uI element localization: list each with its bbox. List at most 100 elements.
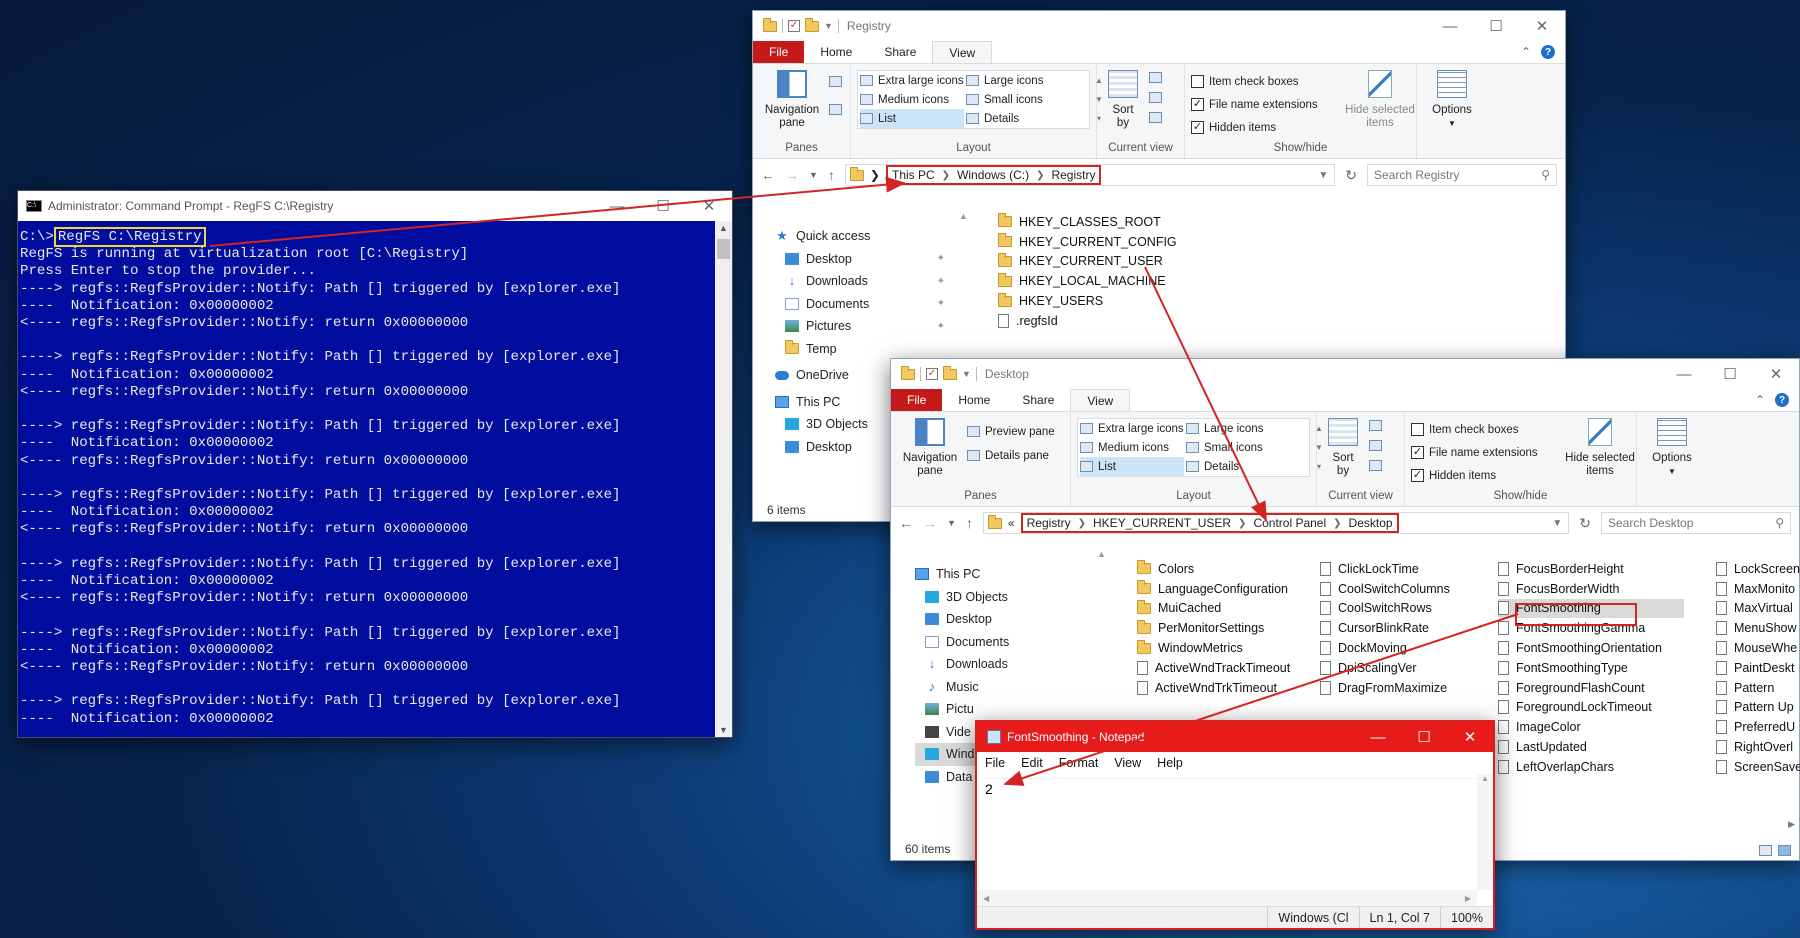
list-item[interactable]: .regfsId <box>998 311 1248 331</box>
list-item[interactable]: MaxVirtual <box>1716 599 1800 619</box>
list-item[interactable]: ActiveWndTrkTimeout <box>1137 678 1317 698</box>
large-icons-option[interactable]: Large icons <box>966 71 1074 90</box>
extra-large-icons-option[interactable]: Extra large icons <box>1080 419 1184 438</box>
large-icons-option[interactable]: Large icons <box>1186 419 1294 438</box>
scroll-down-icon[interactable]: ▼ <box>715 725 732 735</box>
details-pane-icon[interactable] <box>829 104 842 115</box>
list-item[interactable]: MaxMonito <box>1716 579 1800 599</box>
nav-this-pc[interactable]: This PC <box>915 563 1085 586</box>
collapse-ribbon-icon[interactable]: ⌃ <box>1755 393 1765 407</box>
nav-3d-objects[interactable]: 3D Objects <box>915 586 1085 609</box>
list-item[interactable]: PaintDeskt <box>1716 658 1800 678</box>
list-item[interactable]: CoolSwitchColumns <box>1320 579 1500 599</box>
list-item[interactable]: ClickLockTime <box>1320 559 1500 579</box>
scroll-right-icon[interactable]: ▶ <box>1465 894 1471 903</box>
list-option[interactable]: List <box>860 109 964 128</box>
nav-temp[interactable]: Temp <box>775 338 945 361</box>
list-item[interactable]: HKEY_LOCAL_MACHINE <box>998 271 1248 291</box>
maximize-icon[interactable]: ☐ <box>1707 359 1753 389</box>
menu-format[interactable]: Format <box>1059 756 1099 770</box>
explorer-titlebar[interactable]: ✓ ▼ Registry — ☐ ✕ <box>753 11 1565 41</box>
list-option[interactable]: List <box>1080 457 1184 476</box>
checkbox-checked-icon[interactable]: ✓ <box>1191 121 1204 134</box>
list-item[interactable]: MenuShow <box>1716 618 1800 638</box>
tab-view[interactable]: View <box>1070 389 1131 411</box>
close-icon[interactable]: ✕ <box>686 191 732 221</box>
nav-pictures[interactable]: Pictures ✦ <box>775 315 945 338</box>
preview-pane-icon[interactable] <box>829 76 842 87</box>
list-item[interactable]: ActiveWndTrackTimeout <box>1137 658 1317 678</box>
nav-downloads[interactable]: ↓ Downloads ✦ <box>775 270 945 293</box>
list-item[interactable]: ForegroundLockTimeout <box>1498 698 1684 718</box>
size-columns-icon[interactable] <box>1369 460 1382 471</box>
checkbox-checked-icon[interactable]: ✓ <box>1191 98 1204 111</box>
extra-large-icons-option[interactable]: Extra large icons <box>860 71 964 90</box>
list-item[interactable]: ForegroundFlashCount <box>1498 678 1684 698</box>
list-item[interactable]: WindowMetrics <box>1137 638 1317 658</box>
options-button[interactable]: Options ▼ <box>1643 418 1701 478</box>
scroll-up-icon[interactable]: ▲ <box>1477 774 1493 783</box>
nav-downloads[interactable]: ↓ Downloads <box>915 653 1085 676</box>
tab-file[interactable]: File <box>891 389 943 411</box>
horizontal-scrollbar[interactable]: ◀ ▶ <box>977 890 1477 906</box>
text-editor[interactable]: 2 <box>983 778 1475 888</box>
group-by-icon[interactable] <box>1369 420 1382 431</box>
dropdown-icon[interactable]: ▼ <box>824 21 833 31</box>
new-folder-icon[interactable] <box>805 17 819 32</box>
list-item[interactable]: FocusBorderHeight <box>1498 559 1684 579</box>
search-input[interactable]: Search Registry ⚲ <box>1367 164 1557 186</box>
command-prompt-window[interactable]: C:\ Administrator: Command Prompt - RegF… <box>17 190 733 738</box>
list-item[interactable]: ScreenSave <box>1716 757 1800 777</box>
breadcrumb-item[interactable]: Control Panel <box>1253 516 1326 530</box>
nav-documents[interactable]: Documents <box>915 631 1085 654</box>
close-icon[interactable]: ✕ <box>1447 722 1493 752</box>
maximize-icon[interactable]: ☐ <box>640 191 686 221</box>
overflow-icon[interactable]: « <box>1008 516 1015 530</box>
options-button[interactable]: Options ▼ <box>1423 70 1481 130</box>
list-item[interactable]: HKEY_USERS <box>998 291 1248 311</box>
close-icon[interactable]: ✕ <box>1753 359 1799 389</box>
recent-icon[interactable]: ▼ <box>809 170 818 180</box>
minimize-icon[interactable]: — <box>594 191 640 221</box>
search-input[interactable]: Search Desktop ⚲ <box>1601 512 1791 534</box>
tab-file[interactable]: File <box>753 41 805 63</box>
nav-quick-access[interactable]: ★ Quick access <box>775 225 945 248</box>
list-item[interactable]: HKEY_CURRENT_CONFIG <box>998 232 1248 252</box>
cmd-scrollbar[interactable]: ▲ ▼ <box>715 221 732 737</box>
nav-desktop[interactable]: Desktop ✦ <box>775 248 945 271</box>
sort-by-button[interactable]: Sort by <box>1103 70 1143 130</box>
group-by-icon[interactable] <box>1149 72 1162 83</box>
collapse-ribbon-icon[interactable]: ⌃ <box>1521 45 1531 59</box>
list-item[interactable]: LeftOverlapChars <box>1498 757 1684 777</box>
nav-documents[interactable]: Documents ✦ <box>775 293 945 316</box>
menu-view[interactable]: View <box>1114 756 1141 770</box>
list-item[interactable]: DpiScalingVer <box>1320 658 1500 678</box>
add-columns-icon[interactable] <box>1369 440 1382 451</box>
list-item[interactable]: ImageColor <box>1498 717 1684 737</box>
list-item[interactable]: CoolSwitchRows <box>1320 599 1500 619</box>
notepad-window[interactable]: FontSmoothing - Notepad — ☐ ✕ File Edit … <box>975 720 1495 930</box>
scroll-thumb[interactable] <box>717 239 730 259</box>
breadcrumb-item[interactable]: HKEY_CURRENT_USER <box>1093 516 1231 530</box>
properties-icon[interactable]: ✓ <box>926 368 938 380</box>
large-icons-view-icon[interactable] <box>1778 845 1791 856</box>
list-item[interactable]: RightOverl <box>1716 737 1800 757</box>
forward-icon[interactable]: → <box>923 515 937 531</box>
list-item[interactable]: HKEY_CLASSES_ROOT <box>998 212 1248 232</box>
new-folder-icon[interactable] <box>943 365 957 380</box>
menu-edit[interactable]: Edit <box>1021 756 1043 770</box>
preview-pane-button[interactable]: Preview pane <box>967 422 1055 441</box>
minimize-icon[interactable]: — <box>1355 722 1401 752</box>
size-columns-icon[interactable] <box>1149 112 1162 123</box>
small-icons-option[interactable]: Small icons <box>966 90 1074 109</box>
list-item[interactable]: PerMonitorSettings <box>1137 618 1317 638</box>
details-pane-button[interactable]: Details pane <box>967 446 1049 465</box>
details-option[interactable]: Details <box>1186 457 1294 476</box>
dropdown-icon[interactable]: ▼ <box>962 369 971 379</box>
tab-home[interactable]: Home <box>942 389 1006 411</box>
cmd-titlebar[interactable]: C:\ Administrator: Command Prompt - RegF… <box>18 191 732 221</box>
scroll-left-icon[interactable]: ◀ <box>983 894 989 903</box>
menu-file[interactable]: File <box>985 756 1005 770</box>
maximize-icon[interactable]: ☐ <box>1473 11 1519 41</box>
back-icon[interactable]: ← <box>761 167 775 183</box>
